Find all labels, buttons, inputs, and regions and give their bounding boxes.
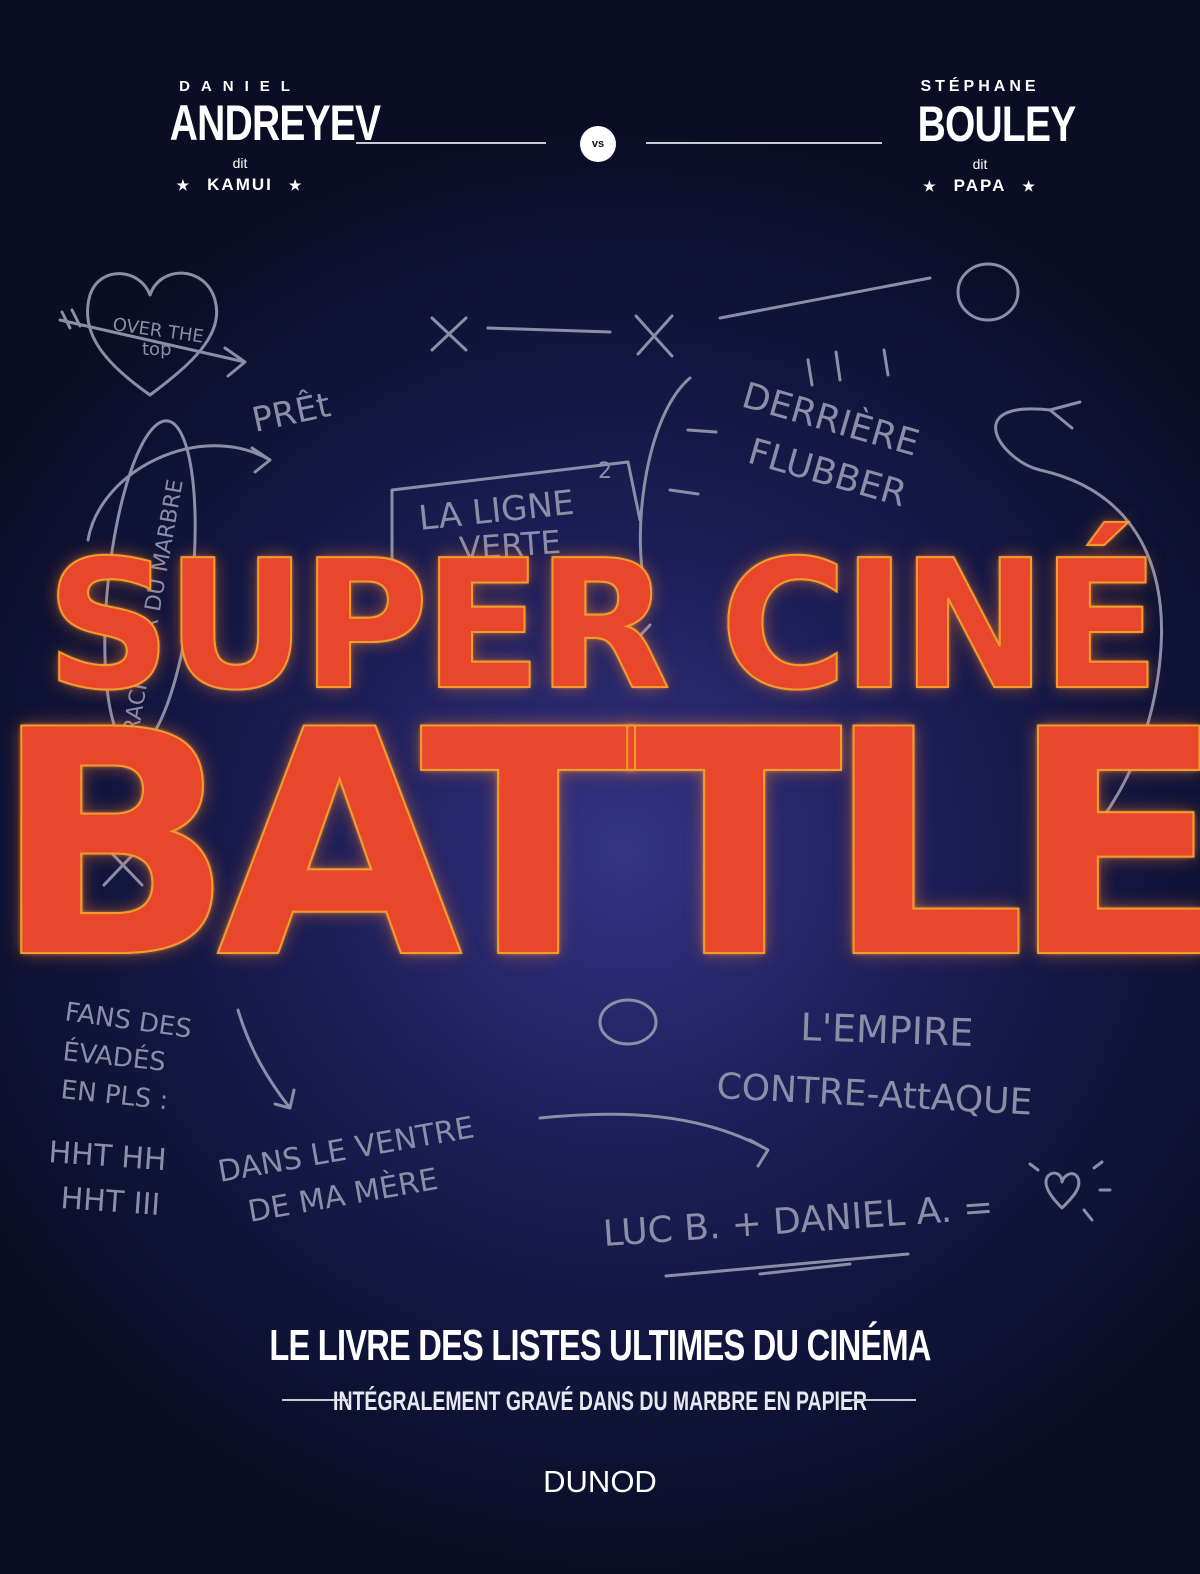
doodle-racheter: RACHETER DU MARBRE [119, 477, 188, 736]
doodle-dash-1 [486, 326, 612, 334]
doodle-ticks [806, 348, 890, 387]
author-left-last-name: ANDREYEV [169, 95, 381, 151]
doodle-dash-3 [668, 428, 718, 496]
doodle-fans-des: FANS DES [63, 997, 193, 1044]
doodle-exponent: 2 [598, 459, 612, 484]
publisher-logo: DUNOD [543, 1464, 657, 1499]
vs-rule-right [646, 142, 882, 144]
tagline: INTÉGRALEMENT GRAVÉ DANS DU MARBRE EN PA… [333, 1386, 867, 1416]
heart-icon [1028, 1160, 1112, 1222]
book-cover: OVER THE top PRÊt RACHETER DU MARBRE LA … [0, 0, 1200, 1574]
doodle-arrow-down [236, 1008, 296, 1110]
doodle-x-2 [634, 314, 674, 358]
author-right-dit: dit [972, 156, 988, 172]
author-left-nickname: ★ KAMUI ★ [150, 175, 330, 195]
author-right: STÉPHANE BOULEY dit ★ PAPA ★ [900, 78, 1077, 196]
doodle-x-1 [430, 316, 468, 352]
doodle-scribble-underline [664, 1252, 910, 1278]
doodle-x-4 [620, 623, 652, 657]
doodle-verte: VERTE [458, 523, 562, 568]
author-right-nickname: ★ PAPA ★ [900, 176, 1060, 196]
doodle-dash-2 [718, 276, 932, 320]
star-icon: ★ [1022, 178, 1037, 194]
versus-badge: vs [580, 126, 616, 162]
doodle-tally-1: HHT HH [47, 1135, 167, 1178]
doodle-arrow-right-big [994, 400, 1163, 882]
author-left-first-name: DANIEL [179, 78, 301, 95]
vs-rule-left [356, 142, 546, 144]
doodle-arrow-bottom [538, 1112, 770, 1168]
author-left: DANIEL ANDREYEV dit ★ KAMUI ★ [150, 78, 381, 195]
star-icon: ★ [176, 177, 192, 193]
doodle-x-3 [102, 843, 144, 887]
tagline-row: INTÉGRALEMENT GRAVÉ DANS DU MARBRE EN PA… [0, 1382, 1200, 1422]
doodle-pret: PRÊt [248, 384, 334, 441]
author-left-nickname-text: KAMUI [207, 175, 273, 194]
author-right-nickname-text: PAPA [953, 176, 1007, 195]
doodle-en-pls: EN PLS : [59, 1075, 169, 1116]
subtitle: LE LIVRE DES LISTES ULTIMES DU CINÉMA [269, 1321, 931, 1370]
doodle-circle-1 [956, 262, 1020, 322]
doodle-circle-2 [598, 998, 658, 1046]
author-left-dit: dit [232, 155, 248, 171]
doodle-bracket-right [638, 376, 692, 602]
star-icon: ★ [923, 178, 938, 194]
doodle-contre: CONTRE-AttAQUE [716, 1066, 1034, 1123]
author-right-last-name: BOULEY [917, 96, 1077, 152]
doodle-empire: L'EMPIRE [800, 1005, 974, 1055]
doodle-luc-daniel: LUC B. + DANIEL A. = [602, 1187, 995, 1255]
star-icon: ★ [288, 177, 304, 193]
doodle-top: top [142, 339, 172, 360]
tagline-rule-right [850, 1399, 916, 1401]
doodle-evades: ÉVADÉS [61, 1035, 167, 1078]
doodle-tally-2: HHT III [59, 1181, 161, 1223]
author-right-first-name: STÉPHANE [920, 78, 1040, 95]
